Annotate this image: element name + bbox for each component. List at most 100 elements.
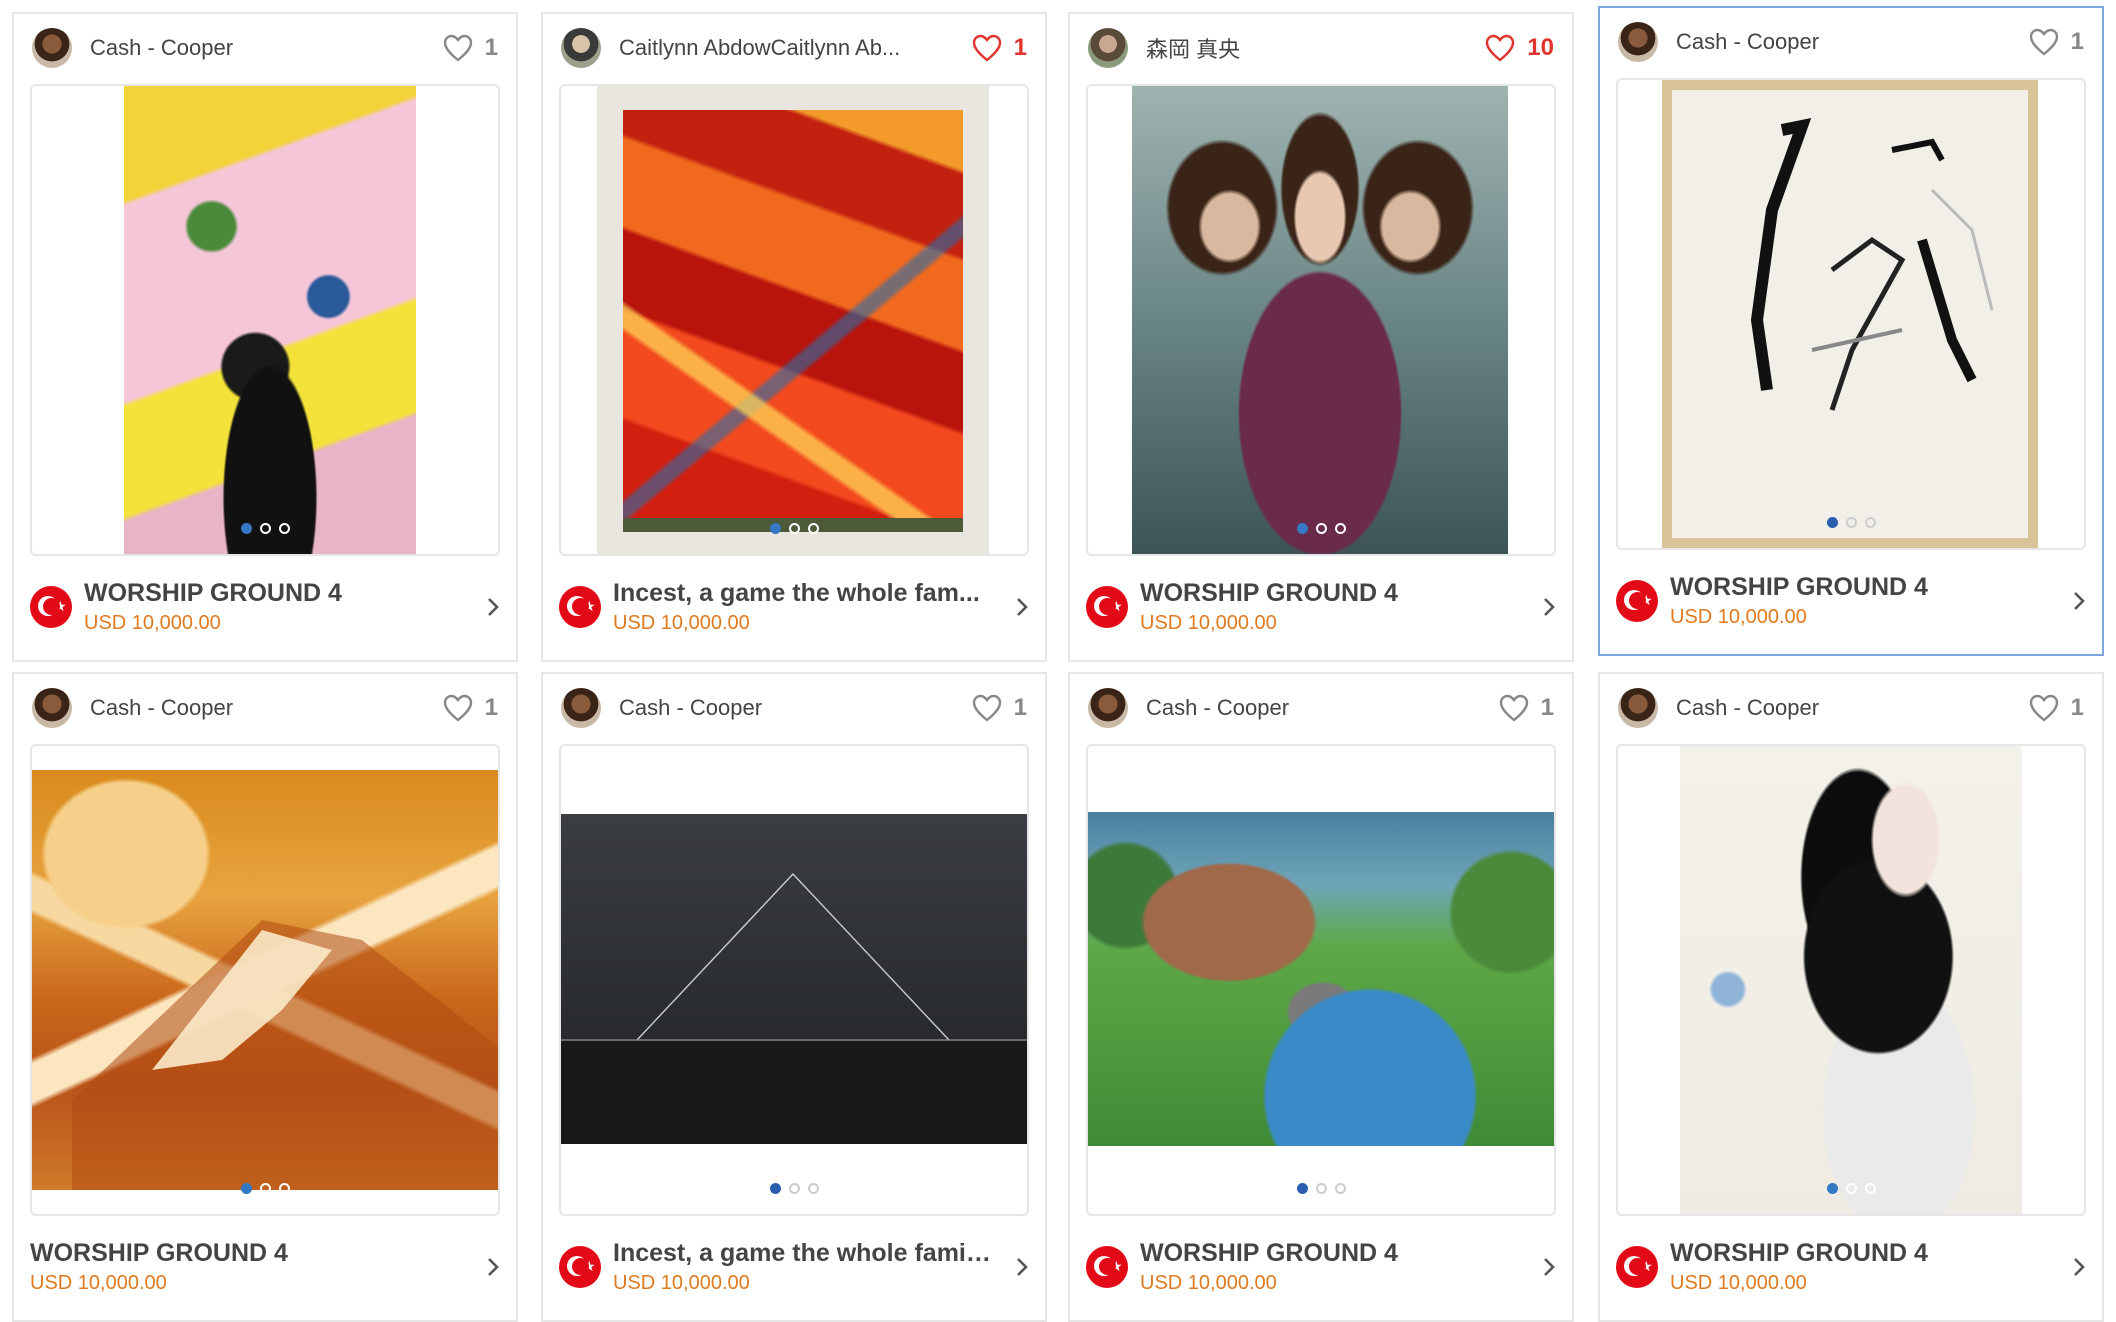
- artwork-card[interactable]: Cash - Cooper 1 ★ WORSHIP GROUND 4 USD 1…: [1068, 672, 1574, 1322]
- author-name[interactable]: Cash - Cooper: [90, 35, 233, 61]
- carousel-dot[interactable]: [240, 1183, 252, 1194]
- artwork-image-carousel[interactable]: [30, 744, 500, 1216]
- carousel-dot[interactable]: [1334, 523, 1346, 534]
- artwork-image-carousel[interactable]: [1616, 78, 2086, 550]
- carousel-dot[interactable]: [1845, 1183, 1857, 1194]
- author-name[interactable]: Cash - Cooper: [1676, 29, 1819, 55]
- like-control[interactable]: 1: [443, 694, 498, 722]
- like-control[interactable]: 1: [2029, 694, 2084, 722]
- carousel-dots[interactable]: [1088, 523, 1554, 534]
- chevron-right-icon[interactable]: [1542, 1256, 1556, 1278]
- carousel-dot[interactable]: [1864, 517, 1876, 528]
- card-footer[interactable]: ★ Incest, a game the whole famil... USD …: [559, 1232, 1029, 1302]
- artwork-card[interactable]: Cash - Cooper 1 WORSHIP GROUND 4 USD 10,…: [12, 672, 518, 1322]
- avatar[interactable]: [561, 688, 601, 728]
- card-footer[interactable]: ★ WORSHIP GROUND 4 USD 10,000.00: [1616, 1232, 2086, 1302]
- avatar[interactable]: [1088, 688, 1128, 728]
- carousel-dot[interactable]: [807, 1183, 819, 1194]
- avatar[interactable]: [1618, 688, 1658, 728]
- carousel-dot[interactable]: [259, 523, 271, 534]
- card-footer[interactable]: WORSHIP GROUND 4 USD 10,000.00: [30, 1232, 500, 1302]
- chevron-right-icon[interactable]: [1015, 596, 1029, 618]
- author-name[interactable]: Cash - Cooper: [619, 695, 762, 721]
- avatar[interactable]: [32, 28, 72, 68]
- like-control[interactable]: 1: [1499, 694, 1554, 722]
- heart-outline-icon[interactable]: [1499, 694, 1529, 722]
- chevron-right-icon[interactable]: [1015, 1256, 1029, 1278]
- chevron-right-icon[interactable]: [486, 1256, 500, 1278]
- artwork-image-carousel[interactable]: [1616, 744, 2086, 1216]
- artwork-card[interactable]: Cash - Cooper 1 ★ Incest, a game the who…: [541, 672, 1047, 1322]
- carousel-dot[interactable]: [788, 1183, 800, 1194]
- carousel-dot[interactable]: [1296, 1183, 1308, 1194]
- heart-outline-icon[interactable]: [443, 694, 473, 722]
- chevron-right-icon[interactable]: [2072, 590, 2086, 612]
- artwork-card[interactable]: Cash - Cooper 1 ★ WORSHIP GROUND 4 USD 1…: [1598, 672, 2104, 1322]
- author-name[interactable]: Cash - Cooper: [1676, 695, 1819, 721]
- heart-outline-icon[interactable]: [1485, 34, 1515, 62]
- chevron-right-icon[interactable]: [2072, 1256, 2086, 1278]
- author-name[interactable]: Cash - Cooper: [1146, 695, 1289, 721]
- avatar[interactable]: [1088, 28, 1128, 68]
- carousel-dot[interactable]: [1315, 1183, 1327, 1194]
- artwork-title[interactable]: WORSHIP GROUND 4: [1670, 573, 2050, 602]
- carousel-dot[interactable]: [769, 1183, 781, 1194]
- carousel-dots[interactable]: [32, 523, 498, 534]
- artwork-image-carousel[interactable]: [559, 744, 1029, 1216]
- artwork-card[interactable]: Cash - Cooper 1 ★ WORSHIP GROUND 4 USD 1…: [1598, 6, 2104, 656]
- artwork-image-carousel[interactable]: [1086, 744, 1556, 1216]
- artwork-card[interactable]: 森岡 真央 10 ★ WORSHIP GROUND 4 USD 10,000.0…: [1068, 12, 1574, 662]
- carousel-dot[interactable]: [1315, 523, 1327, 534]
- card-footer[interactable]: ★ WORSHIP GROUND 4 USD 10,000.00: [1086, 572, 1556, 642]
- artwork-image-carousel[interactable]: [559, 84, 1029, 556]
- artwork-title[interactable]: WORSHIP GROUND 4: [84, 579, 464, 608]
- artwork-image-carousel[interactable]: [30, 84, 500, 556]
- carousel-dot[interactable]: [278, 1183, 290, 1194]
- author-name[interactable]: Caitlynn AbdowCaitlynn Ab...: [619, 35, 900, 61]
- carousel-dot[interactable]: [1864, 1183, 1876, 1194]
- artwork-title[interactable]: WORSHIP GROUND 4: [1140, 1239, 1520, 1268]
- author-name[interactable]: Cash - Cooper: [90, 695, 233, 721]
- carousel-dot[interactable]: [1826, 517, 1838, 528]
- carousel-dots[interactable]: [561, 523, 1027, 534]
- carousel-dots[interactable]: [561, 1183, 1027, 1194]
- artwork-image-carousel[interactable]: [1086, 84, 1556, 556]
- carousel-dot[interactable]: [769, 523, 781, 534]
- carousel-dot[interactable]: [1296, 523, 1308, 534]
- artwork-title[interactable]: Incest, a game the whole fam...: [613, 579, 993, 608]
- carousel-dots[interactable]: [1618, 1183, 2084, 1194]
- card-footer[interactable]: ★ WORSHIP GROUND 4 USD 10,000.00: [1086, 1232, 1556, 1302]
- chevron-right-icon[interactable]: [1542, 596, 1556, 618]
- artwork-title[interactable]: WORSHIP GROUND 4: [1140, 579, 1520, 608]
- card-footer[interactable]: ★ Incest, a game the whole fam... USD 10…: [559, 572, 1029, 642]
- card-footer[interactable]: ★ WORSHIP GROUND 4 USD 10,000.00: [1616, 566, 2086, 636]
- author-name[interactable]: 森岡 真央: [1146, 32, 1240, 64]
- carousel-dot[interactable]: [788, 523, 800, 534]
- carousel-dot[interactable]: [1334, 1183, 1346, 1194]
- carousel-dots[interactable]: [1618, 517, 2084, 528]
- artwork-title[interactable]: Incest, a game the whole famil...: [613, 1239, 993, 1268]
- chevron-right-icon[interactable]: [486, 596, 500, 618]
- heart-outline-icon[interactable]: [972, 34, 1002, 62]
- like-control[interactable]: 1: [972, 34, 1027, 62]
- avatar[interactable]: [32, 688, 72, 728]
- artwork-card[interactable]: Cash - Cooper 1 ★ WORSHIP GROUND 4 USD 1…: [12, 12, 518, 662]
- carousel-dot[interactable]: [1826, 1183, 1838, 1194]
- avatar[interactable]: [1618, 22, 1658, 62]
- carousel-dot[interactable]: [240, 523, 252, 534]
- heart-outline-icon[interactable]: [972, 694, 1002, 722]
- carousel-dots[interactable]: [32, 1183, 498, 1194]
- heart-outline-icon[interactable]: [443, 34, 473, 62]
- carousel-dot[interactable]: [807, 523, 819, 534]
- avatar[interactable]: [561, 28, 601, 68]
- like-control[interactable]: 10: [1485, 34, 1554, 62]
- carousel-dot[interactable]: [278, 523, 290, 534]
- carousel-dot[interactable]: [1845, 517, 1857, 528]
- like-control[interactable]: 1: [2029, 28, 2084, 56]
- artwork-card[interactable]: Caitlynn AbdowCaitlynn Ab... 1 ★ Incest,…: [541, 12, 1047, 662]
- like-control[interactable]: 1: [972, 694, 1027, 722]
- heart-outline-icon[interactable]: [2029, 694, 2059, 722]
- like-control[interactable]: 1: [443, 34, 498, 62]
- artwork-title[interactable]: WORSHIP GROUND 4: [1670, 1239, 2050, 1268]
- card-footer[interactable]: ★ WORSHIP GROUND 4 USD 10,000.00: [30, 572, 500, 642]
